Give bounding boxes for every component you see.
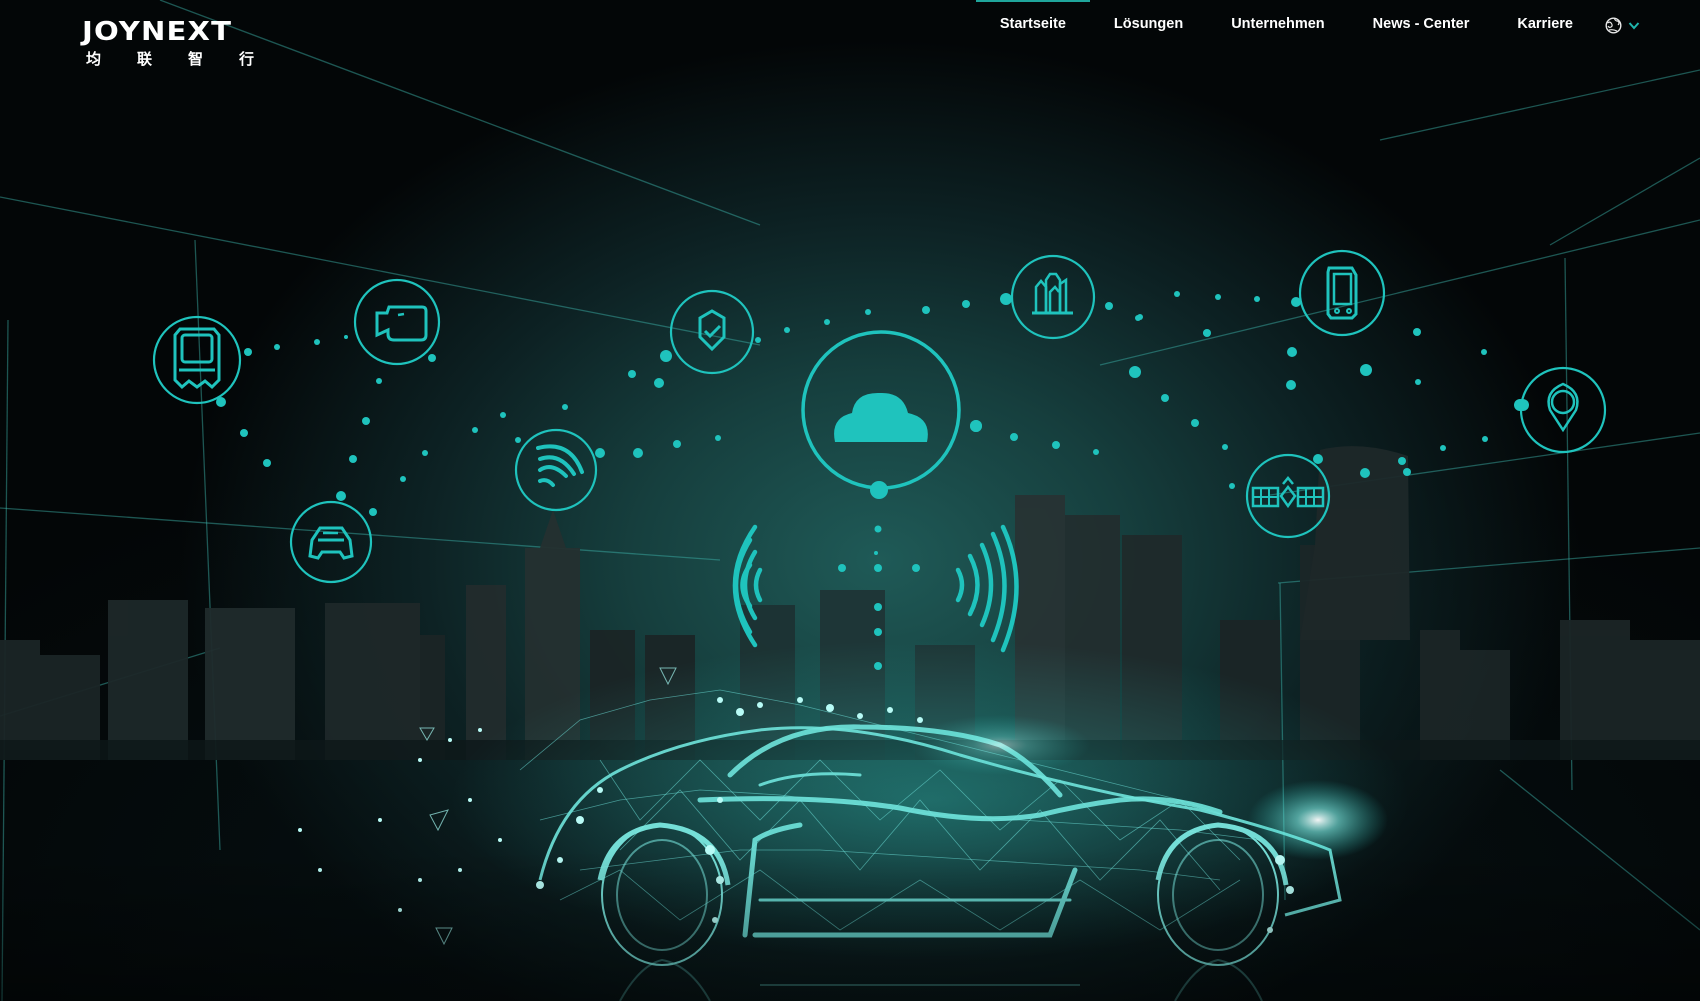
brand-subtitle-char: 联 xyxy=(136,51,152,68)
shield-check-icon xyxy=(669,289,755,375)
hero-illustration: <**circle cx="1466" cy="392" r="4"/> xyxy=(0,0,1700,1001)
smartphone-icon xyxy=(1298,249,1386,337)
nav-item-news-center[interactable]: News - Center xyxy=(1349,0,1494,50)
hero-banner: <**circle cx="1466" cy="392" r="4"/> xyxy=(0,0,1700,1001)
site-header: JOYNEXT 均 联 智 行 Startseite Lösungen Unte… xyxy=(0,0,1700,80)
chevron-down-icon xyxy=(1628,21,1640,30)
brand-subtitle: 均 联 智 行 xyxy=(82,50,254,70)
nav-item-loesungen[interactable]: Lösungen xyxy=(1090,0,1207,50)
main-nav: Startseite Lösungen Unternehmen News - C… xyxy=(975,0,1700,50)
brand-subtitle-char: 行 xyxy=(238,51,254,68)
location-pin-icon xyxy=(1514,366,1607,454)
brand-logo[interactable]: JOYNEXT 均 联 智 行 xyxy=(82,18,257,70)
language-selector[interactable] xyxy=(1597,0,1700,50)
globe-icon xyxy=(1605,16,1622,34)
nav-item-karriere[interactable]: Karriere xyxy=(1493,0,1597,50)
nav-item-unternehmen[interactable]: Unternehmen xyxy=(1207,0,1348,50)
car-front-icon xyxy=(289,500,373,584)
wifi-signal-icon xyxy=(514,428,598,512)
brand-subtitle-char: 智 xyxy=(187,51,203,68)
brand-name: JOYNEXT xyxy=(82,17,233,47)
cloud-icon xyxy=(801,330,982,499)
camera-icon xyxy=(353,278,441,366)
train-icon xyxy=(152,315,242,405)
nav-item-startseite[interactable]: Startseite xyxy=(975,0,1091,50)
brand-subtitle-char: 均 xyxy=(86,51,102,68)
satellite-icon xyxy=(1245,453,1331,539)
city-buildings-icon xyxy=(1010,254,1096,340)
